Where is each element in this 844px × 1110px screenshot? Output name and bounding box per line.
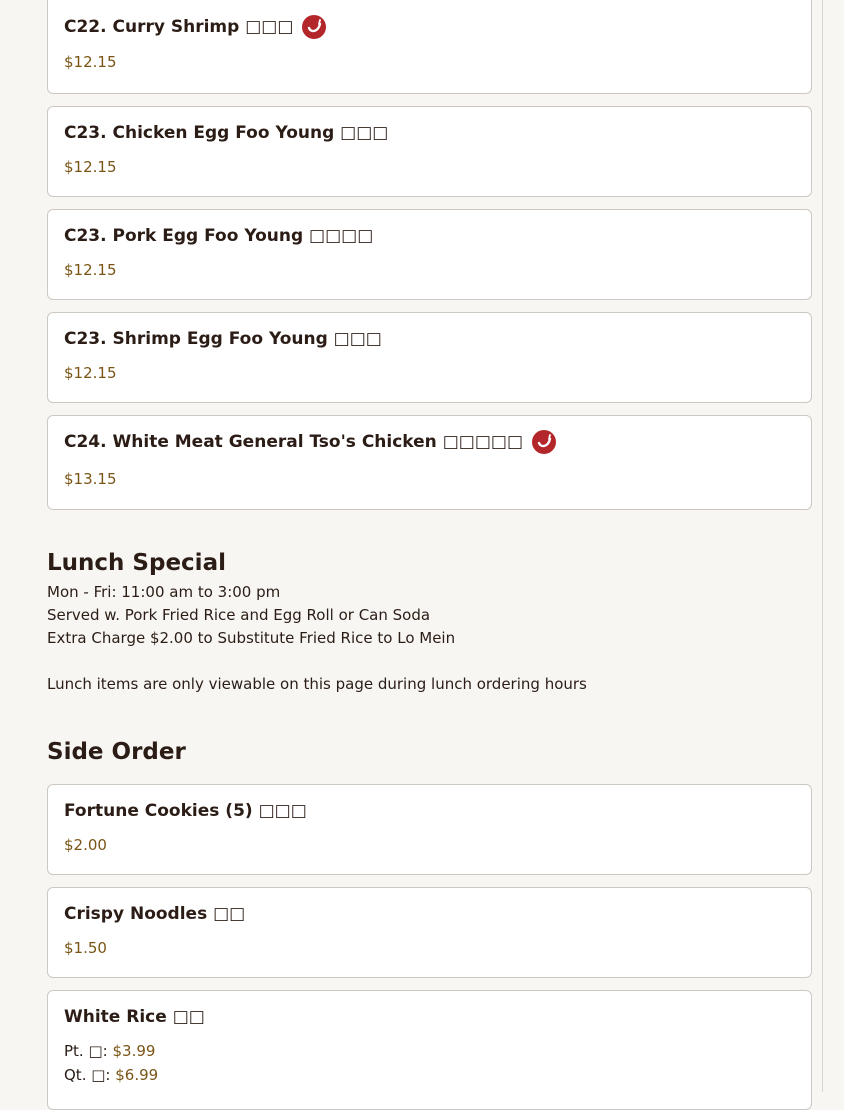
menu-item-card[interactable]: C23. Shrimp Egg Foo Young □□□ $12.15 [47, 312, 812, 403]
menu-item-card[interactable]: C23. Pork Egg Foo Young □□□□ $12.15 [47, 209, 812, 300]
menu-item-name: C23. Pork Egg Foo Young □□□□ [64, 226, 374, 246]
chili-pepper-icon [532, 430, 557, 454]
section-title: Lunch Special [47, 550, 226, 576]
menu-item-card[interactable]: Fortune Cookies (5) □□□ $2.00 [47, 784, 812, 875]
menu-item-title: C23. Pork Egg Foo Young □□□□ [64, 210, 795, 248]
menu-item-name: C24. White Meat General Tso's Chicken □□… [64, 432, 524, 452]
side-order-section: Side Order Fortune Cookies (5) □□□ $2.00… [47, 737, 812, 1110]
size-price-row: Pt. □: $3.99 [64, 1039, 795, 1063]
menu-item-price: $12.15 [64, 261, 117, 279]
menu-item-name: C23. Chicken Egg Foo Young □□□ [64, 123, 389, 143]
menu-item-price: $12.15 [64, 364, 117, 382]
menu-item-card[interactable]: C23. Chicken Egg Foo Young □□□ $12.15 [47, 106, 812, 197]
menu-item-card[interactable]: C24. White Meat General Tso's Chicken □□… [47, 415, 812, 510]
menu-item-price: $1.50 [64, 939, 107, 957]
menu-item-name: White Rice □□ [64, 1007, 205, 1027]
menu-item-price: $13.15 [64, 470, 117, 488]
size-label: Qt. □: [64, 1066, 111, 1084]
dinner-items-list: C22. Curry Shrimp □□□ $12.15 C23. Chicke… [47, 0, 812, 510]
lunch-availability-note: Lunch items are only viewable on this pa… [47, 675, 587, 693]
menu-item-card[interactable]: C22. Curry Shrimp □□□ $12.15 [47, 0, 812, 94]
menu-item-title: Fortune Cookies (5) □□□ [64, 785, 795, 823]
menu-item-price: $2.00 [64, 836, 107, 854]
menu-item-title: C24. White Meat General Tso's Chicken □□… [64, 416, 795, 454]
size-price: $3.99 [112, 1042, 156, 1060]
menu-item-price: $12.15 [64, 158, 117, 176]
size-price: $6.99 [115, 1066, 159, 1084]
menu-item-card[interactable]: Crispy Noodles □□ $1.50 [47, 887, 812, 978]
menu-content: C22. Curry Shrimp □□□ $12.15 C23. Chicke… [47, 0, 812, 1110]
menu-item-name: C23. Shrimp Egg Foo Young □□□ [64, 329, 382, 349]
menu-item-title: White Rice □□ [64, 991, 795, 1029]
menu-item-name: Fortune Cookies (5) □□□ [64, 801, 307, 821]
size-price-row: Qt. □: $6.99 [64, 1063, 795, 1087]
lunch-extra-charge: Extra Charge $2.00 to Substitute Fried R… [47, 629, 456, 647]
menu-item-price: $12.15 [64, 53, 117, 71]
menu-item-title: C23. Chicken Egg Foo Young □□□ [64, 107, 795, 145]
page-right-border [822, 0, 823, 1092]
menu-item-name: Crispy Noodles □□ [64, 904, 246, 924]
size-label: Pt. □: [64, 1042, 108, 1060]
menu-item-title: C23. Shrimp Egg Foo Young □□□ [64, 313, 795, 351]
menu-item-title: Crispy Noodles □□ [64, 888, 795, 926]
menu-item-name: C22. Curry Shrimp □□□ [64, 17, 294, 37]
chili-pepper-icon [302, 15, 327, 39]
menu-item-card[interactable]: White Rice □□ Pt. □: $3.99 Qt. □: $6.99 [47, 990, 812, 1110]
menu-item-title: C22. Curry Shrimp □□□ [64, 0, 795, 39]
side-items-list: Fortune Cookies (5) □□□ $2.00 Crispy Noo… [47, 784, 812, 1110]
lunch-special-section: Lunch Special Mon - Fri: 11:00 am to 3:0… [47, 548, 812, 696]
lunch-hours: Mon - Fri: 11:00 am to 3:00 pm [47, 583, 281, 601]
section-title: Side Order [47, 739, 186, 765]
lunch-served-with: Served w. Pork Fried Rice and Egg Roll o… [47, 606, 431, 624]
